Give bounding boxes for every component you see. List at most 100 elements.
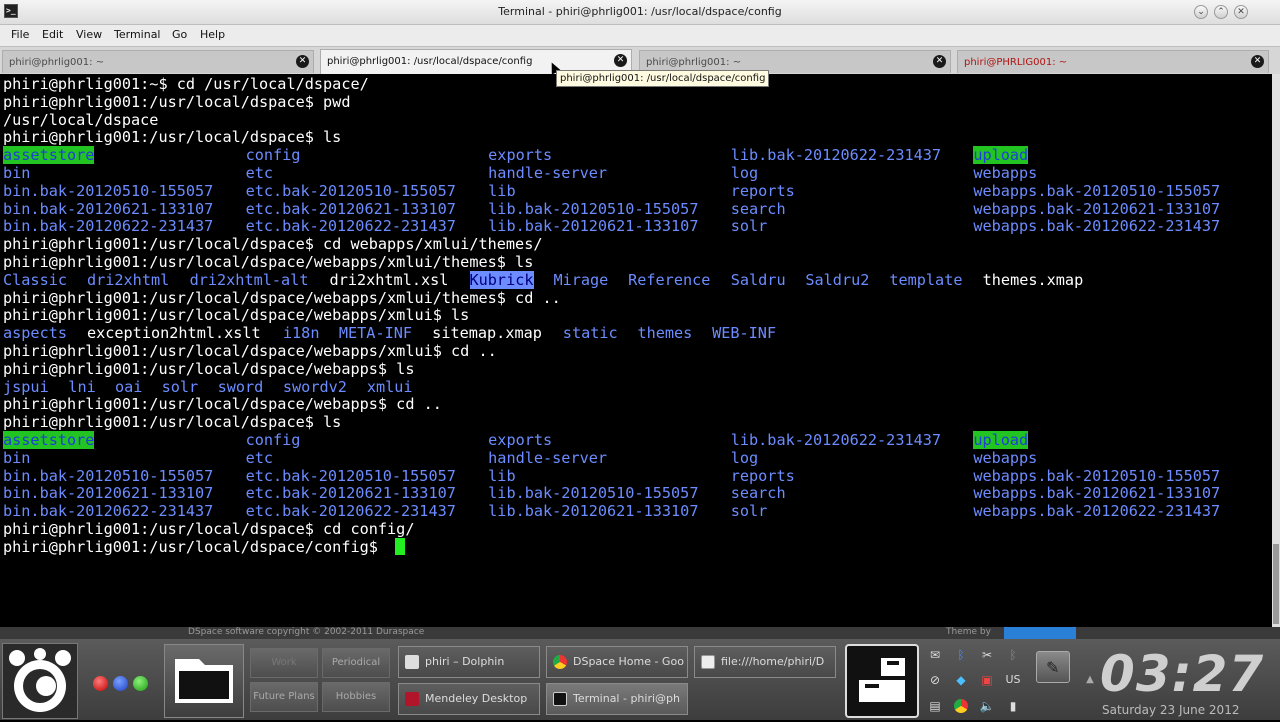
terminal-line: phiri@phrlig001:/usr/local/dspace$ pwd xyxy=(3,93,1271,111)
settings-widget-button[interactable]: ✎ xyxy=(1036,651,1070,683)
terminal-text: phiri@phrlig001:/usr/local/dspace/config… xyxy=(3,537,388,556)
terminal-text: phiri@phrlig001:/usr/local/dspace$ pwd xyxy=(3,92,351,111)
terminal-line: Classic dri2xhtml dri2xhtml-alt dri2xhtml.x… xyxy=(3,270,1271,289)
directory-entry: webapps.bak-20120510-155057 xyxy=(973,466,1221,485)
file-manager-launcher[interactable] xyxy=(164,644,244,718)
terminal-text: themes.xmap xyxy=(982,270,1084,289)
task-label: Mendeley Desktop xyxy=(425,692,528,705)
minimize-all-icon[interactable] xyxy=(113,676,128,691)
maximize-button[interactable]: ⌃ xyxy=(1214,5,1228,19)
menu-view[interactable]: View xyxy=(76,28,102,41)
directory-entry: bin xyxy=(3,164,31,182)
directory-entry: bin.bak-20120510-155057 xyxy=(3,181,214,200)
directory-entry: bin.bak-20120622-231437 xyxy=(3,217,214,236)
menu-terminal[interactable]: Terminal xyxy=(114,28,161,41)
close-tab-icon[interactable]: ✕ xyxy=(614,54,627,67)
task-label: phiri – Dolphin xyxy=(425,655,505,668)
task-chrome-dspace[interactable]: DSpace Home - Goo xyxy=(546,646,688,678)
task-mendeley[interactable]: Mendeley Desktop xyxy=(398,683,540,715)
gimp-icon xyxy=(9,648,71,712)
terminal-text: phiri@phrlig001:/usr/local/dspace$ ls xyxy=(3,413,342,432)
show-desktop-button[interactable] xyxy=(845,644,919,718)
terminal-line: bin.bak-20120621-133107 etc.bak-20120621-… xyxy=(3,484,1271,502)
terminal-output[interactable]: phiri@phrlig001:~$ cd /usr/local/dspace/… xyxy=(0,74,1272,627)
terminal-line: jspui lni oai solr sword swordv2 xmlui xyxy=(3,378,1271,396)
directory-entry: webapps.bak-20120621-133107 xyxy=(973,199,1221,218)
scrollbar-thumb[interactable] xyxy=(1273,544,1279,624)
terminal-line: phiri@phrlig001:/usr/local/dspace/webapp… xyxy=(3,342,1271,360)
close-tab-icon[interactable]: ✕ xyxy=(296,55,309,68)
chrome-tray-icon[interactable] xyxy=(954,699,968,713)
directory-entry: themes xyxy=(637,324,693,343)
dropbox-icon[interactable]: ◆ xyxy=(952,671,970,689)
menu-go[interactable]: Go xyxy=(172,28,187,41)
gimp-launcher-button[interactable] xyxy=(2,643,78,719)
task-dolphin[interactable]: phiri – Dolphin xyxy=(398,646,540,678)
tab-label: phiri@PHRLIG001: ~ xyxy=(964,57,1068,68)
close-tab-icon[interactable]: ✕ xyxy=(1251,55,1264,68)
terminal-line: phiri@phrlig001:/usr/local/dspace$ ls xyxy=(3,413,1271,431)
clipboard-icon[interactable]: ▤ xyxy=(926,697,944,715)
background-window-footer: DSpace software copyright © 2002-2011 Du… xyxy=(0,627,1280,639)
bluetooth-off-icon[interactable]: ᛒ xyxy=(1004,646,1022,664)
terminal-text: phiri@phrlig001:/usr/local/dspace/webapp… xyxy=(3,288,561,307)
keyboard-layout-indicator[interactable]: US xyxy=(1002,671,1024,689)
tab-home-1[interactable]: phiri@phrlig001: ~ ✕ xyxy=(2,50,314,73)
menu-file[interactable]: File xyxy=(11,28,29,41)
directory-entry: swordv2 xyxy=(282,377,347,396)
directory-entry: etc.bak-20120622-231437 xyxy=(245,502,456,521)
window-title-bar[interactable]: >_ Terminal - phiri@phrlig001: /usr/loca… xyxy=(0,0,1280,25)
terminal-text: phiri@phrlig001:/usr/local/dspace/webapp… xyxy=(3,342,497,360)
document-icon xyxy=(701,655,715,669)
directory-entry: jspui xyxy=(3,377,49,396)
terminal-scrollbar[interactable] xyxy=(1272,74,1280,627)
directory-entry: lib.bak-20120510-155057 xyxy=(488,199,699,218)
expand-tray-icon[interactable]: ▲ xyxy=(1081,671,1099,689)
workspace-future-plans[interactable]: Future Plans xyxy=(250,682,318,712)
terminal-text: phiri@phrlig001:/usr/local/dspace$ cd co… xyxy=(3,520,415,538)
directory-entry: webapps.bak-20120622-231437 xyxy=(973,502,1221,521)
terminal-line: phiri@phrlig001:/usr/local/dspace/webapp… xyxy=(3,289,1271,307)
directory-entry: lib.bak-20120621-133107 xyxy=(488,502,699,521)
terminal-text: phiri@phrlig001:~$ cd /usr/local/dspace/ xyxy=(3,75,369,93)
theme-credit-text: Theme by xyxy=(946,627,991,637)
directory-entry: config xyxy=(245,431,301,449)
bluetooth-icon[interactable]: ᛒ xyxy=(952,646,970,664)
directory-entry: lib.bak-20120622-231437 xyxy=(730,431,942,449)
terminal-line: phiri@phrlig001:/usr/local/dspace$ cd co… xyxy=(3,520,1271,538)
copyright-text: DSpace software copyright © 2002-2011 Du… xyxy=(188,627,425,637)
battery-icon[interactable]: ▮ xyxy=(1004,697,1022,715)
directory-entry: log xyxy=(730,448,759,467)
workspace-periodical[interactable]: Periodical xyxy=(322,648,390,678)
tab-label: phiri@phrlig001: /usr/local/dspace/confi… xyxy=(327,56,533,67)
directory-entry: etc.bak-20120622-231437 xyxy=(245,217,456,236)
task-file-browser[interactable]: file:///home/phiri/D xyxy=(694,646,836,678)
workspace-work[interactable]: Work xyxy=(250,648,318,678)
menu-edit[interactable]: Edit xyxy=(42,28,63,41)
menu-help[interactable]: Help xyxy=(200,28,225,41)
terminal-text: sitemap.xmap xyxy=(432,324,542,343)
directory-entry: lib.bak-20120622-231437 xyxy=(730,146,942,165)
task-terminal[interactable]: Terminal - phiri@ph xyxy=(546,683,688,715)
volume-icon[interactable]: 🔈 xyxy=(978,697,996,715)
update-icon[interactable]: ▣ xyxy=(978,671,996,689)
no-entry-icon[interactable]: ⊘ xyxy=(926,671,944,689)
tab-label: phiri@phrlig001: ~ xyxy=(646,57,742,68)
directory-entry: META-INF xyxy=(338,324,413,343)
directory-entry: dri2xhtml-alt xyxy=(189,270,309,289)
tab-phrlig001-home[interactable]: phiri@PHRLIG001: ~ ✕ xyxy=(957,50,1269,73)
scissors-icon[interactable]: ✂ xyxy=(978,646,996,664)
close-tab-icon[interactable]: ✕ xyxy=(933,55,946,68)
workspace-hobbies[interactable]: Hobbies xyxy=(322,682,390,712)
directory-entry: Kubrick xyxy=(469,270,534,289)
terminal-line: bin.bak-20120510-155057 etc.bak-20120510-… xyxy=(3,182,1271,200)
close-window-button[interactable]: ✕ xyxy=(1234,5,1248,19)
maximize-all-icon[interactable] xyxy=(133,676,148,691)
terminal-text: phiri@phrlig001:/usr/local/dspace/webapp… xyxy=(3,359,415,378)
mail-icon[interactable]: ✉ xyxy=(926,646,944,664)
close-all-icon[interactable] xyxy=(93,676,108,691)
minimize-button[interactable]: ⌄ xyxy=(1194,5,1208,19)
directory-entry: Saldru2 xyxy=(805,270,870,289)
mendeley-icon xyxy=(405,692,419,706)
terminal-line: phiri@phrlig001:/usr/local/dspace/webapp… xyxy=(3,360,1271,378)
